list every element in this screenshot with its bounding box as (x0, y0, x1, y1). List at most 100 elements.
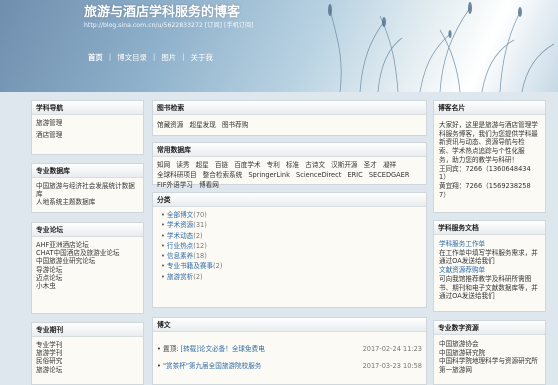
book-search-panel: 图书检索 馆藏资源 超星发现 图书荐购 (152, 100, 427, 136)
blog-url[interactable]: http://blog.sina.com.cn/u/5622833272 (84, 22, 203, 29)
nav-separator: | (108, 52, 112, 61)
main-nav: 首页 | 博文目录 | 图片 | 关于我 (84, 52, 217, 63)
posts-panel: 博文 • 置顶: [转载]论文必备！全球免费电 2017-02-24 11:23… (152, 317, 427, 385)
db-link-springerlink[interactable]: SpringerLink (248, 171, 290, 179)
card-contact-line: 王同宾：7266（1360648434 (439, 164, 531, 173)
bullet-icon: • (161, 241, 165, 250)
journal-link[interactable]: 民俗研究 (36, 357, 139, 365)
nav-article-list[interactable]: 博文目录 (113, 52, 151, 63)
forum-link[interactable]: CHAT中国酒店及旅游业论坛 (36, 249, 139, 257)
post-title-link[interactable]: [转载]论文必备！全球免费电 (181, 345, 265, 353)
panel-title: 学科服务文档 (434, 221, 545, 235)
db-link-global-projects[interactable]: 全球科研项目 (157, 171, 197, 179)
db-link-shengcai[interactable]: 圣才 (364, 161, 377, 169)
category-item[interactable]: • 行业热点(12) (161, 241, 422, 251)
db-link-eric[interactable]: ERIC (347, 171, 362, 179)
book-search-link[interactable]: 图书荐购 (222, 121, 248, 129)
journals-panel: 专业期刊 专业学刊 旅游学刊 民俗研究 旅游论坛 (31, 322, 144, 385)
card-contact-line: 黄宜翔：7266（1569238258 (439, 181, 531, 190)
db-link-baidu-scholar[interactable]: 百度学术 (234, 161, 260, 169)
database-link[interactable]: 库 (36, 190, 139, 198)
db-link-ningxiang[interactable]: 凝祥 (383, 161, 396, 169)
forum-link[interactable]: 中国旅游业研究论坛 (36, 257, 139, 265)
subject-link-hotel[interactable]: 酒店管理 (36, 131, 139, 139)
db-link-bailian[interactable]: 百链 (215, 161, 228, 169)
card-contact-line: 7） (439, 190, 450, 199)
common-db-panel: 常用数据库 知网 读秀 超星 百链 百度学术 专利 标准 古诗文 汉斯开源 圣才… (152, 142, 427, 189)
post-title-link[interactable]: "赏茶杯"第九届全国旅游院校服务 (163, 362, 261, 370)
book-search-link[interactable]: 超星发现 (189, 121, 215, 129)
category-item[interactable]: • 学术资源(31) (161, 220, 422, 230)
service-desc-line: 可向我馆推荐教学及科研所需图 (439, 274, 532, 283)
db-link-chaoxing[interactable]: 超星 (196, 161, 209, 169)
db-link-integrated-search[interactable]: 整合检索系统 (203, 171, 243, 179)
service-desc-line: 通过OA发送给我们 (439, 292, 495, 301)
forum-link[interactable]: 导游论坛 (36, 266, 139, 274)
resource-link[interactable]: 第一旅游网 (439, 366, 541, 375)
subscribe-link[interactable]: [订阅] (205, 22, 222, 29)
panel-title: 专业期刊 (32, 323, 143, 337)
card-text-line: 务，助力您的教学与科研！ (439, 155, 519, 164)
blog-card-panel: 博客名片 大家好，这里是旅游与酒店管理学 科服务博客，我们为您提供学科最 新资讯… (433, 100, 546, 213)
bullet-icon: • (161, 221, 165, 230)
mobile-subscribe-link[interactable]: [手机订阅] (224, 22, 254, 29)
databases-panel: 专业数据库 中国旅游与经济社会发展统计数据 库 人地系统主题数据库 (31, 163, 144, 213)
forum-link[interactable]: AHF亚洲酒店论坛 (36, 241, 139, 249)
category-item[interactable]: • 专业书籍及赛事(2) (161, 261, 422, 271)
db-link-duxiu[interactable]: 读秀 (176, 161, 189, 169)
db-link-fif[interactable]: FIF外语学习 (157, 181, 193, 189)
database-link[interactable]: 人地系统主题数据库 (36, 198, 139, 206)
nav-about[interactable]: 关于我 (187, 52, 217, 63)
forum-link[interactable]: 小木虫 (36, 282, 139, 290)
blog-url-line: http://blog.sina.com.cn/u/5622833272 [订阅… (84, 20, 254, 29)
nav-separator: | (182, 52, 185, 61)
header-grass-image (328, 2, 555, 92)
service-docs-panel: 学科服务文档 学科服务工作单 在工作单中填写学科服务需求，并 通过OA发送给我们… (433, 220, 546, 312)
category-item[interactable]: • 学术动态(2) (161, 231, 422, 241)
category-item[interactable]: • 全部博文(70) (161, 210, 422, 220)
purchase-request-link[interactable]: 文献资源荐购单 (439, 266, 541, 275)
resource-link[interactable]: 中国旅游协会 (439, 340, 541, 349)
db-link-hans[interactable]: 汉斯开源 (331, 161, 357, 169)
panel-title: 分类 (153, 193, 426, 207)
nav-pictures[interactable]: 图片 (157, 52, 180, 63)
subject-nav-panel: 学科导航 旅游管理 酒店管理 (31, 100, 144, 155)
panel-title: 常用数据库 (153, 143, 426, 157)
service-desc-line: 通过OA发送给我们 (439, 257, 495, 266)
card-contact-line: 1） (439, 173, 450, 182)
bullet-icon: • (161, 231, 165, 240)
database-link[interactable]: 中国旅游与经济社会发展统计数据 (36, 182, 139, 190)
nav-home[interactable]: 首页 (84, 52, 107, 63)
db-link-bookan[interactable]: 博看网 (199, 181, 219, 189)
card-text-line: 索、学术热点追踪与个性化服 (439, 147, 525, 156)
db-link-poetry[interactable]: 古诗文 (305, 161, 325, 169)
bullet-icon: • (161, 211, 165, 219)
journal-link[interactable]: 专业学刊 (36, 341, 139, 349)
category-item[interactable]: • 信息素养(18) (161, 251, 422, 261)
post-row: • "赏茶杯"第九届全国旅游院校服务 2017-03-23 10:58 (153, 361, 426, 371)
forum-link[interactable]: 迈点论坛 (36, 274, 139, 282)
db-link-standard[interactable]: 标准 (286, 161, 299, 169)
panel-title: 专业数字资源 (434, 321, 545, 335)
digital-resources-panel: 专业数字资源 中国旅游协会 中国旅游研究院 中国科学院地理科学与资源研究所 第一… (433, 320, 546, 385)
db-link-sciencedirect[interactable]: ScienceDirect (296, 171, 341, 179)
bullet-icon: • (161, 262, 165, 271)
db-link-cnki[interactable]: 知网 (157, 161, 170, 169)
subject-link-tourism[interactable]: 旅游管理 (36, 119, 139, 127)
bullet-icon: • (161, 272, 165, 281)
resource-link[interactable]: 中国科学院地理科学与资源研究所 (439, 357, 541, 366)
db-link-patent[interactable]: 专利 (267, 161, 280, 169)
service-worksheet-link[interactable]: 学科服务工作单 (439, 240, 541, 249)
post-pinned-label: 置顶: (163, 345, 181, 353)
card-text-line: 大家好，这里是旅游与酒店管理学 (439, 121, 538, 129)
book-search-link[interactable]: 馆藏资源 (157, 121, 183, 129)
nav-separator: | (152, 52, 156, 61)
panel-title: 学科导航 (32, 101, 143, 115)
journal-link[interactable]: 旅游学刊 (36, 349, 139, 357)
journal-link[interactable]: 旅游论坛 (36, 366, 139, 374)
forums-panel: 专业论坛 AHF亚洲酒店论坛 CHAT中国酒店及旅游业论坛 中国旅游业研究论坛 … (31, 222, 144, 314)
blog-title: 旅游与酒店学科服务的博客 (84, 5, 241, 20)
db-link-secedgaer[interactable]: SECEDGAER (369, 171, 410, 179)
category-item[interactable]: • 旅游赏析(2) (161, 272, 422, 282)
post-date: 2017-03-23 10:58 (362, 362, 422, 370)
